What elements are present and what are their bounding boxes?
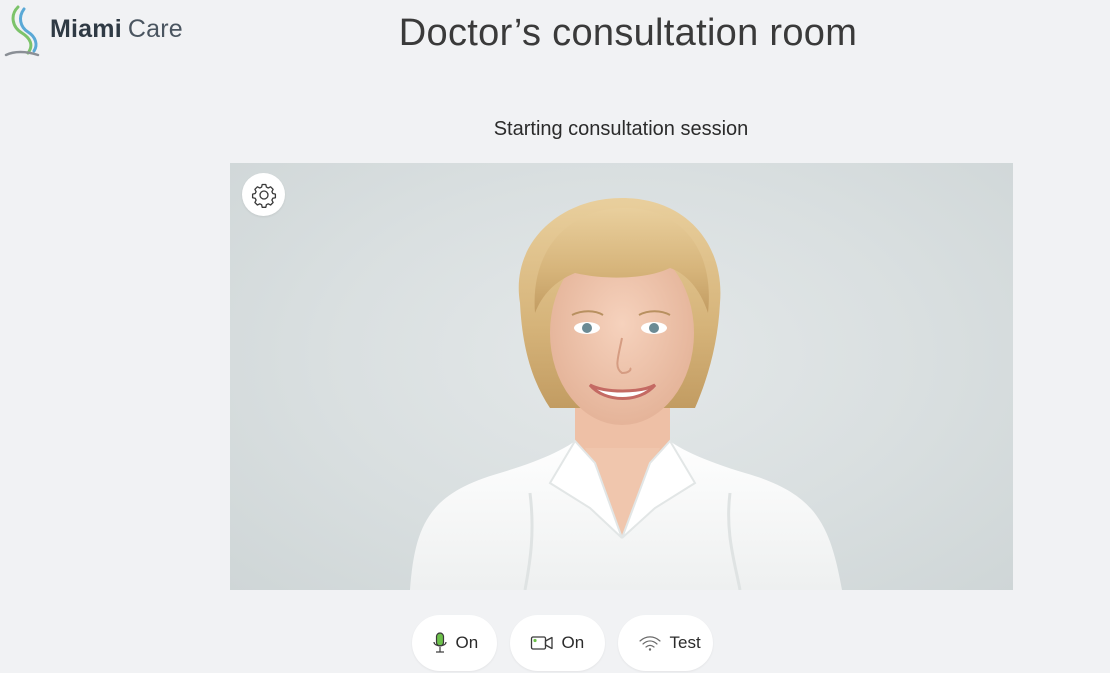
brand-name-bold: Miami xyxy=(50,14,122,43)
network-test-button[interactable]: Test xyxy=(617,615,713,671)
call-controls: On On Test xyxy=(0,615,1110,671)
microphone-status-label: On xyxy=(455,633,479,652)
video-camera-icon xyxy=(530,634,554,652)
brand-name-regular: Care xyxy=(127,14,183,43)
camera-status-label: On xyxy=(561,633,585,652)
gear-icon xyxy=(251,183,276,208)
settings-button[interactable] xyxy=(242,173,285,216)
video-preview xyxy=(230,163,1013,590)
doctor-video-image xyxy=(410,198,842,590)
brand-logo: Miami Care xyxy=(4,4,183,60)
brand-name: Miami Care xyxy=(50,15,183,44)
session-status: Starting consultation session xyxy=(493,118,749,140)
microphone-toggle-button[interactable]: On xyxy=(411,615,497,671)
wifi-signal-icon xyxy=(638,634,662,652)
page-title: Doctor’s consultation room xyxy=(398,12,858,54)
camera-toggle-button[interactable]: On xyxy=(509,615,605,671)
miami-care-logo-icon xyxy=(4,5,40,57)
microphone-icon xyxy=(432,631,448,655)
network-test-label: Test xyxy=(669,633,701,652)
